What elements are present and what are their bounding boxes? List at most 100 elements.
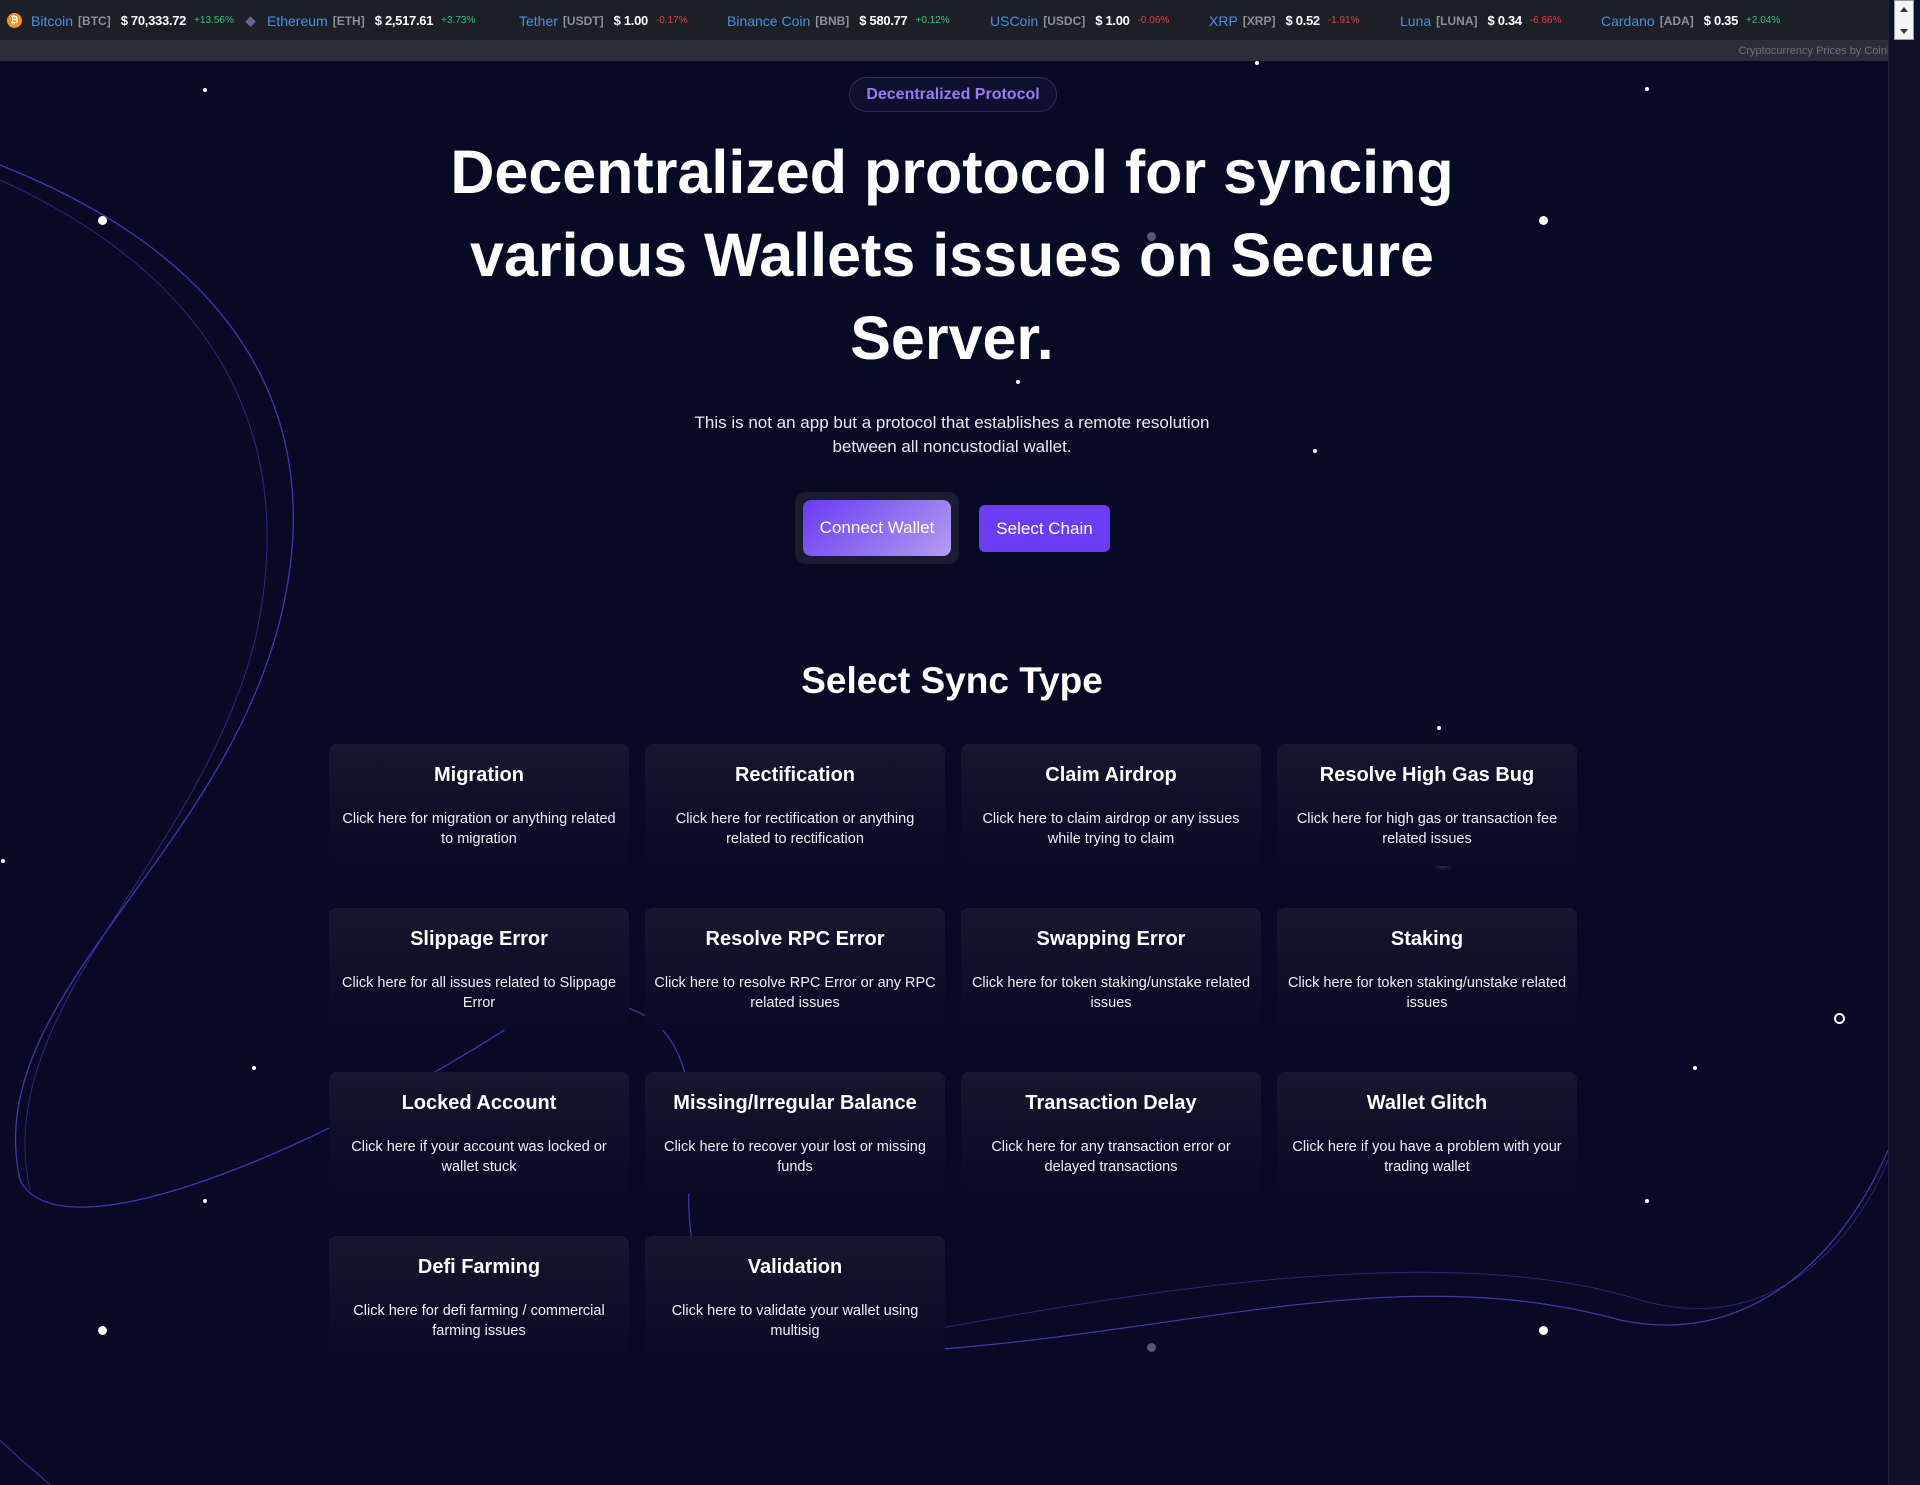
sync-card-title: Resolve High Gas Bug [1319, 764, 1535, 786]
sync-type-card[interactable]: Locked Account Click here if your account… [329, 1072, 629, 1194]
sync-card-title: Slippage Error [410, 928, 548, 950]
sync-card-description: Click here to claim airdrop or any issue… [982, 811, 1240, 847]
sync-card-description: Click here for token staking/unstake rel… [971, 975, 1251, 1011]
sync-card-description: Click here to recover your lost or missi… [664, 1139, 926, 1175]
sync-type-card[interactable]: Rectification Click here for rectificatio… [645, 744, 945, 866]
sync-type-card[interactable]: Transaction Delay Click here for any tran… [961, 1072, 1261, 1194]
sync-card-title: Rectification [734, 764, 856, 786]
sync-type-card[interactable]: Swapping Error Click here for token staki… [961, 908, 1261, 1030]
page-scrollbar[interactable] [1888, 0, 1920, 1485]
bitcoin-icon: ₿ [7, 13, 22, 28]
ticker-coin-change: -0.17% [655, 15, 688, 26]
ticker-item[interactable]: Binance Coin [BNB] $ 580.77 +0.12% [727, 0, 950, 40]
ticker-coin-name[interactable]: Tether [519, 13, 558, 29]
sync-card-description: Click here to validate your wallet using… [671, 1303, 919, 1339]
sync-card-description: Click here for high gas or transaction f… [1296, 811, 1558, 847]
star-dot [1313, 449, 1317, 453]
star-dot [1016, 380, 1020, 384]
sync-type-card[interactable]: Resolve RPC Error Click here to resolve R… [645, 908, 945, 1030]
sync-card-description: Click here if you have a problem with yo… [1292, 1139, 1562, 1175]
scroll-down-icon[interactable] [1900, 29, 1908, 34]
star-dot [1, 859, 5, 863]
hero-title: Decentralized protocol for syncing vario… [450, 138, 1454, 372]
star-dot [203, 88, 207, 92]
star-dot [1539, 216, 1548, 225]
sync-card-title: Transaction Delay [1025, 1092, 1197, 1114]
ticker-item[interactable]: Tether [USDT] $ 1.00 -0.17% [519, 0, 688, 40]
select-chain-button[interactable]: Select Chain [979, 505, 1110, 552]
star-ring [1834, 1013, 1845, 1024]
ticker-coin-price: $ 2,517.61 [374, 13, 434, 28]
ticker-coin-symbol: [BTC] [78, 13, 111, 28]
ticker-coin-price: $ 1.00 [1095, 13, 1130, 28]
scroll-up-icon[interactable] [1900, 7, 1908, 12]
star-dot [252, 1066, 256, 1070]
ticker-coin-name[interactable]: XRP [1209, 13, 1238, 29]
sync-card-title: Resolve RPC Error [705, 928, 885, 950]
ticker-item[interactable]: XRP [XRP] $ 0.52 -1.91% [1209, 0, 1360, 40]
star-dot [98, 216, 107, 225]
ticker-coin-price: $ 70,333.72 [120, 13, 187, 28]
sync-card-description: Click here if your account was locked or… [351, 1139, 607, 1175]
ticker-coin-change: -6.66% [1529, 15, 1562, 26]
sync-type-card[interactable]: Claim Airdrop Click here to claim airdrop… [961, 744, 1261, 866]
star-dot [1437, 726, 1441, 730]
star-dot [1147, 1343, 1156, 1352]
sync-type-card[interactable]: Migration Click here for migration or any… [329, 744, 629, 866]
ticker-coin-symbol: [XRP] [1242, 13, 1276, 28]
ticker-coin-name[interactable]: Luna [1400, 13, 1431, 29]
sync-type-card[interactable]: Validation Click here to validate your wa… [645, 1236, 945, 1358]
sync-card-description: Click here for all issues related to Sli… [341, 975, 617, 1011]
ticker-coin-name[interactable]: Ethereum [267, 13, 328, 29]
sync-card-description: Click here for migration or anything rel… [342, 811, 616, 847]
sync-type-card[interactable]: Slippage Error Click here for all issues … [329, 908, 629, 1030]
sync-type-card[interactable]: Staking Click here for token staking/unst… [1277, 908, 1577, 1030]
ticker-coin-change: +13.56% [194, 15, 234, 26]
hero-subtitle: This is not an app but a protocol that e… [694, 413, 1210, 456]
ticker-item[interactable]: ₿ Bitcoin [BTC] $ 70,333.72 +13.56% [7, 0, 234, 40]
connect-wallet-button[interactable]: Connect Wallet [803, 500, 951, 556]
ticker-item[interactable]: Luna [LUNA] $ 0.34 -6.66% [1400, 0, 1562, 40]
sync-card-description: Click here for rectification or anything… [675, 811, 915, 847]
ticker-coin-name[interactable]: Bitcoin [31, 13, 73, 29]
ticker-item[interactable]: ◆ Ethereum [ETH] $ 2,517.61 +3.73% [243, 0, 476, 40]
sync-card-description: Click here to resolve RPC Error or any R… [654, 975, 936, 1011]
star-dot [1255, 61, 1259, 65]
ticker-item[interactable]: USCoin [USDC] $ 1.00 -0.06% [990, 0, 1169, 40]
star-dot [1693, 1066, 1697, 1070]
ticker-item[interactable]: Cardano [ADA] $ 0.35 +2.04% [1601, 0, 1781, 40]
sync-type-card[interactable]: Missing/Irregular Balance Click here to r… [645, 1072, 945, 1194]
sync-type-card[interactable]: Wallet Glitch Click here if you have a pr… [1277, 1072, 1577, 1194]
ticker-coin-price: $ 0.35 [1703, 13, 1739, 28]
ticker-footer-bar [0, 41, 1888, 61]
ticker-coin-symbol: [BNB] [815, 13, 850, 28]
sync-card-description: Click here for any transaction error or … [991, 1139, 1231, 1175]
ticker-coin-name[interactable]: USCoin [990, 13, 1038, 29]
sync-type-card[interactable]: Defi Farming Click here for defi farming … [329, 1236, 629, 1358]
ticker-coin-symbol: [ETH] [332, 13, 365, 28]
ticker-coin-price: $ 0.52 [1285, 13, 1320, 28]
sync-card-title: Defi Farming [417, 1256, 541, 1278]
sync-card-title: Migration [434, 764, 524, 786]
ticker-coin-change: +2.04% [1746, 15, 1781, 26]
star-dot [1645, 87, 1649, 91]
sync-card-description: Click here for defi farming / commercial… [353, 1303, 605, 1339]
ticker-coin-symbol: [USDC] [1043, 13, 1086, 28]
ticker-credit-link[interactable]: Cryptocurrency Prices by Coinlib [1738, 45, 1898, 57]
star-dot [1539, 1326, 1548, 1335]
sync-type-heading: Select Sync Type [801, 660, 1103, 701]
sync-card-title: Validation [747, 1256, 843, 1278]
sync-type-card[interactable]: Resolve High Gas Bug Click here for high … [1277, 744, 1577, 866]
sync-card-title: Swapping Error [1036, 928, 1186, 950]
star-dot [98, 1326, 107, 1335]
sync-card-title: Locked Account [401, 1092, 557, 1114]
ticker-coin-price: $ 0.34 [1487, 13, 1522, 28]
ticker-coin-name[interactable]: Binance Coin [727, 13, 810, 29]
ticker-coin-symbol: [USDT] [562, 13, 604, 28]
protocol-badge: Decentralized Protocol [849, 77, 1057, 112]
sync-card-title: Staking [1390, 928, 1464, 950]
ticker-coin-price: $ 1.00 [613, 13, 649, 28]
ticker-coin-name[interactable]: Cardano [1601, 13, 1655, 29]
ticker-coin-change: +0.12% [915, 15, 950, 26]
scroll-thumb[interactable] [1894, 0, 1914, 40]
